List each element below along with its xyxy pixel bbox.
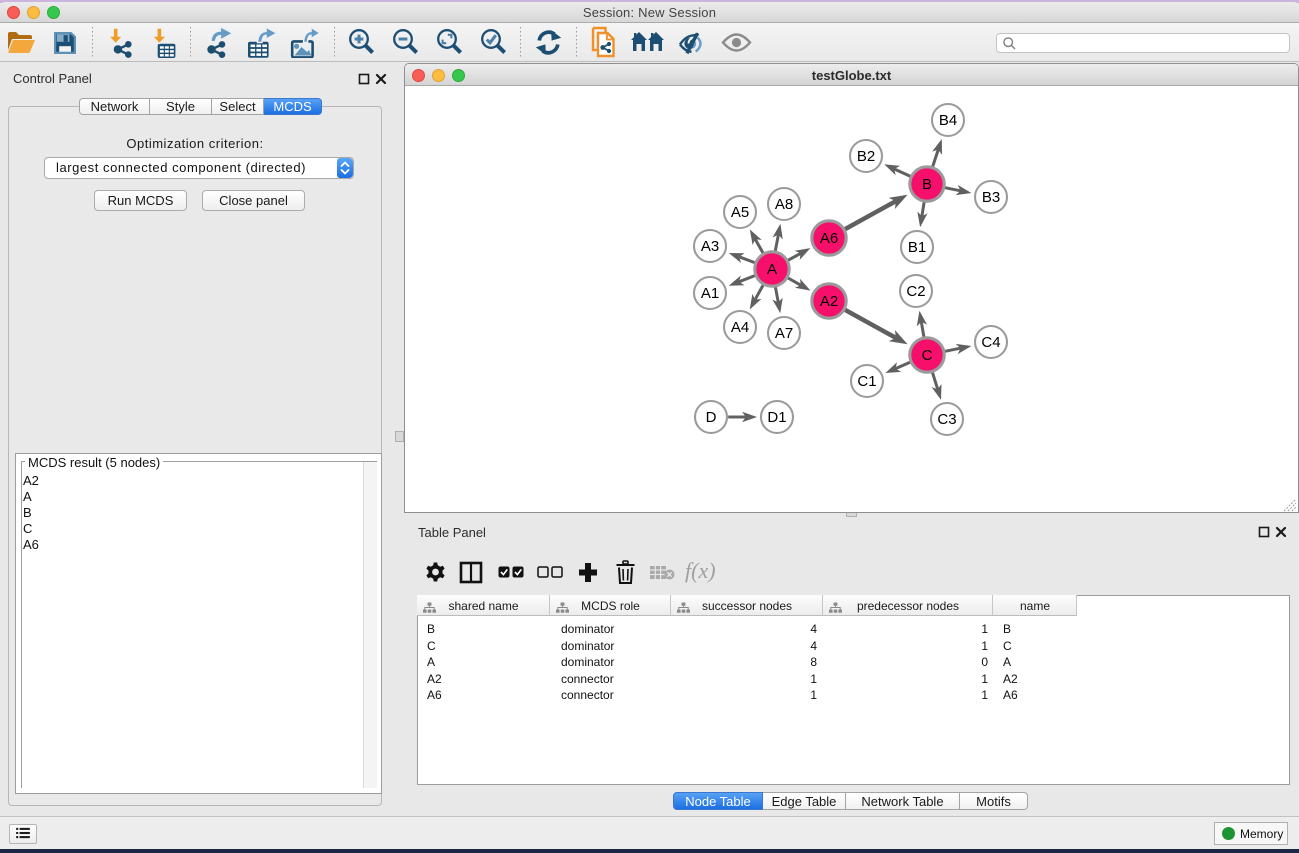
svg-text:C3: C3 [937, 411, 956, 428]
svg-text:A6: A6 [820, 230, 838, 247]
svg-text:A7: A7 [775, 325, 793, 342]
svg-text:A4: A4 [731, 319, 749, 336]
svg-text:C: C [922, 347, 933, 364]
svg-text:D: D [706, 409, 717, 426]
svg-text:A: A [767, 261, 777, 278]
svg-text:C2: C2 [906, 283, 925, 300]
svg-text:A1: A1 [701, 285, 719, 302]
svg-text:D1: D1 [767, 409, 786, 426]
svg-text:A3: A3 [701, 238, 719, 255]
svg-text:B: B [922, 176, 932, 193]
svg-text:A5: A5 [731, 204, 749, 221]
svg-text:C1: C1 [857, 373, 876, 390]
svg-text:B4: B4 [939, 112, 957, 129]
svg-text:A8: A8 [775, 196, 793, 213]
svg-text:B2: B2 [857, 148, 875, 165]
svg-text:B1: B1 [908, 239, 926, 256]
svg-text:C4: C4 [981, 334, 1000, 351]
svg-text:A2: A2 [820, 293, 838, 310]
svg-text:B3: B3 [982, 189, 1000, 206]
